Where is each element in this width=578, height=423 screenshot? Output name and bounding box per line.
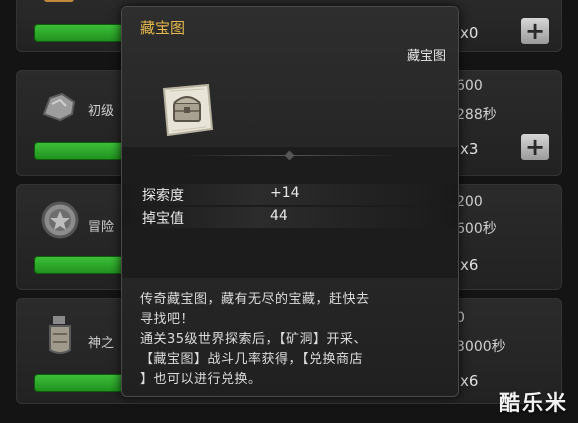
item-name: 神之 [88, 336, 115, 351]
divider [182, 150, 398, 161]
item-count: x6 [460, 372, 479, 390]
add-button[interactable]: + [521, 134, 549, 160]
add-button[interactable]: + [521, 18, 549, 44]
description-line: 传奇藏宝图，藏有无尽的宝藏，赶快去 [140, 292, 370, 307]
item-count: x0 [460, 24, 479, 42]
stat-row-exploration: 探索度 +14 [122, 184, 458, 205]
item-type: 藏宝图 [406, 49, 446, 64]
description-line: 】也可以进行兑换。 [140, 372, 262, 387]
item-title: 藏宝图 [140, 19, 186, 37]
rock-icon [38, 84, 82, 128]
item-value: 600 [456, 78, 483, 94]
description-line: 寻找吧！ [140, 312, 195, 327]
description-line: 通关35级世界探索后，【矿洞】开采、 [140, 332, 368, 347]
potion-jar-icon [38, 314, 82, 358]
item-count: x6 [460, 256, 479, 274]
item-time: 3000秒 [456, 339, 506, 355]
item-time: 600秒 [456, 221, 497, 237]
item-name: 冒险 [88, 220, 115, 235]
treasure-map-icon [158, 81, 216, 139]
star-coin-icon [38, 198, 82, 242]
stat-value: +14 [270, 185, 300, 201]
item-count: x3 [460, 140, 479, 158]
item-name: 初级 [88, 104, 115, 119]
item-description: 传奇藏宝图，藏有无尽的宝藏，赶快去 寻找吧！ 通关35级世界探索后，【矿洞】开采… [122, 278, 458, 396]
stat-row-drop: 掉宝值 44 [122, 207, 458, 228]
item-tooltip: 藏宝图 藏宝图 探索度 +14 掉宝值 44 传奇藏宝图，藏有无尽的宝藏，赶快去… [121, 6, 459, 397]
stat-label: 探索度 [142, 188, 184, 204]
item-time: 288秒 [456, 107, 497, 123]
item-value: 200 [456, 194, 483, 210]
watermark: 酷乐米 [499, 391, 568, 415]
description-line: 【藏宝图】战斗几率获得，【兑换商店 [140, 352, 364, 367]
chest-icon [38, 0, 82, 26]
stat-value: 44 [270, 208, 288, 224]
stat-label: 掉宝值 [142, 211, 184, 227]
tooltip-header: 藏宝图 藏宝图 [122, 7, 458, 147]
